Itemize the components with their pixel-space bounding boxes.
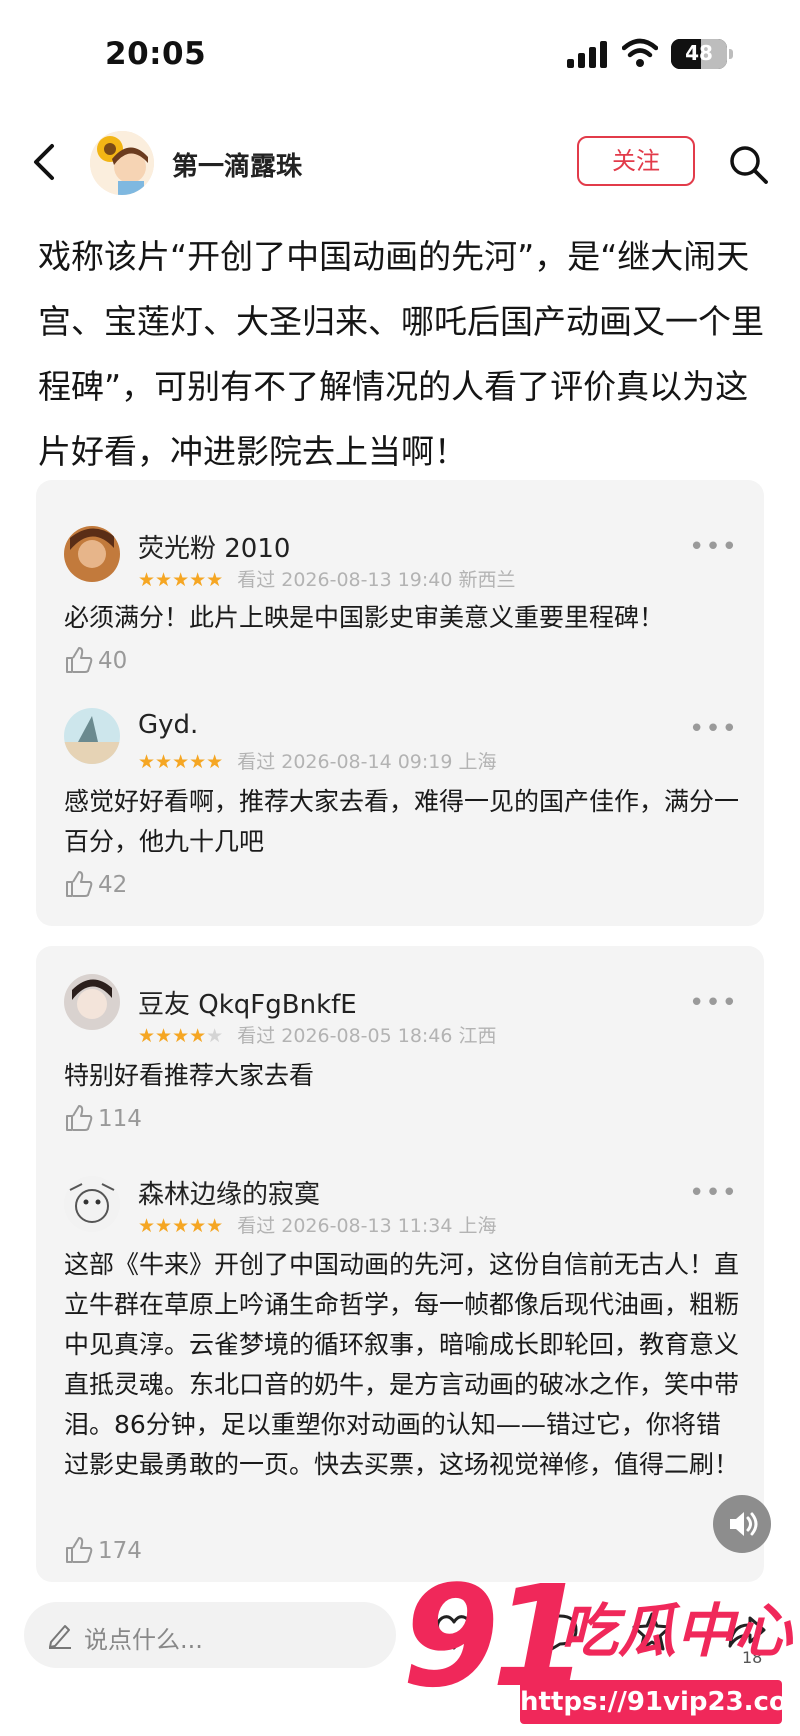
comment-card: 豆友 QkqFgBnkfE ★★★★★ 看过 2026-08-05 18:46 … — [36, 946, 764, 1582]
commenter-name[interactable]: 豆友 QkqFgBnkfE — [138, 984, 357, 1021]
speaker-icon — [730, 1512, 758, 1536]
comment-input[interactable]: 说点什么... — [24, 1602, 396, 1668]
commenter-avatar[interactable] — [64, 974, 120, 1030]
comment-meta: ★★★★★ 看过 2026-08-13 11:34 上海 — [138, 1211, 497, 1238]
pencil-icon — [49, 1625, 71, 1649]
thumbs-up-icon — [66, 1537, 93, 1563]
commenter-avatar[interactable] — [64, 526, 120, 582]
comment-text: 这部《牛来》开创了中国动画的先河，这份自信前无古人！直立牛群在草原上吟诵生命哲学… — [64, 1250, 740, 1479]
more-options-icon[interactable]: ••• — [689, 714, 738, 744]
battery-indicator: 48 — [671, 39, 733, 69]
thumbs-up-icon — [66, 1105, 93, 1131]
comment-meta: ★★★★★ 看过 2026-08-13 19:40 新西兰 — [138, 565, 516, 592]
commenter-name[interactable]: 森林边缘的寂寞 — [138, 1174, 320, 1211]
comment-date-location: 看过 2026-08-14 09:19 上海 — [237, 751, 497, 773]
like-count: 40 — [98, 648, 128, 674]
comment-date-location: 看过 2026-08-13 19:40 新西兰 — [237, 569, 516, 591]
comment-date-location: 看过 2026-08-05 18:46 江西 — [237, 1025, 497, 1047]
signal-icon — [567, 40, 611, 68]
more-options-icon[interactable]: ••• — [689, 532, 738, 562]
status-time: 20:05 — [105, 36, 207, 72]
wifi-icon — [622, 38, 658, 67]
commenter-name[interactable]: 荧光粉 2010 — [138, 528, 290, 565]
rating-stars: ★★★★★ — [138, 569, 224, 591]
comment-text: 感觉好好看啊，推荐大家去看，难得一见的国产佳作，满分一百分，他九十几吧 — [64, 787, 740, 856]
sound-button[interactable] — [713, 1495, 771, 1553]
comment-input-placeholder: 说点什么... — [84, 1626, 203, 1654]
search-icon[interactable] — [726, 142, 770, 186]
like-button[interactable]: 40 — [64, 646, 127, 674]
more-options-icon[interactable]: ••• — [689, 988, 738, 1018]
like-count: 174 — [98, 1538, 142, 1564]
watermark-url: https://91vip23.com — [520, 1680, 800, 1724]
rating-stars: ★★★★★ — [138, 751, 224, 773]
like-button[interactable]: 114 — [64, 1104, 142, 1132]
post-text: 戏称该片“开创了中国动画的先河”，是“继大闹天宫、宝莲灯、大圣归来、哪吒后国产动… — [38, 237, 764, 471]
header-user-name[interactable]: 第一滴露珠 — [172, 146, 302, 183]
like-count: 114 — [98, 1106, 142, 1132]
watermark-logo-text: 吃瓜中心 — [560, 1597, 793, 1665]
like-button[interactable]: 174 — [64, 1536, 142, 1564]
like-count: 42 — [98, 872, 128, 898]
back-icon[interactable] — [24, 140, 64, 184]
rating-stars: ★★★★★ — [138, 1025, 224, 1047]
comment-date-location: 看过 2026-08-13 11:34 上海 — [237, 1215, 497, 1237]
comment-text: 特别好看推荐大家去看 — [64, 1061, 315, 1090]
user-avatar[interactable] — [90, 131, 154, 195]
thumbs-up-icon — [66, 871, 93, 897]
comment-text: 必须满分！此片上映是中国影史审美意义重要里程碑！ — [64, 603, 665, 632]
comment-card: 荧光粉 2010 ★★★★★ 看过 2026-08-13 19:40 新西兰 •… — [36, 480, 764, 926]
like-button[interactable]: 42 — [64, 870, 127, 898]
follow-button[interactable]: 关注 — [577, 136, 695, 186]
rating-stars: ★★★★★ — [138, 1215, 224, 1237]
thumbs-up-icon — [66, 647, 93, 673]
commenter-avatar[interactable] — [64, 708, 120, 764]
battery-level: 48 — [685, 41, 713, 65]
commenter-avatar[interactable] — [64, 1176, 120, 1232]
more-options-icon[interactable]: ••• — [689, 1178, 738, 1208]
commenter-name[interactable]: Gyd. — [138, 710, 198, 740]
comment-meta: ★★★★★ 看过 2026-08-05 18:46 江西 — [138, 1021, 497, 1048]
comment-meta: ★★★★★ 看过 2026-08-14 09:19 上海 — [138, 747, 497, 774]
